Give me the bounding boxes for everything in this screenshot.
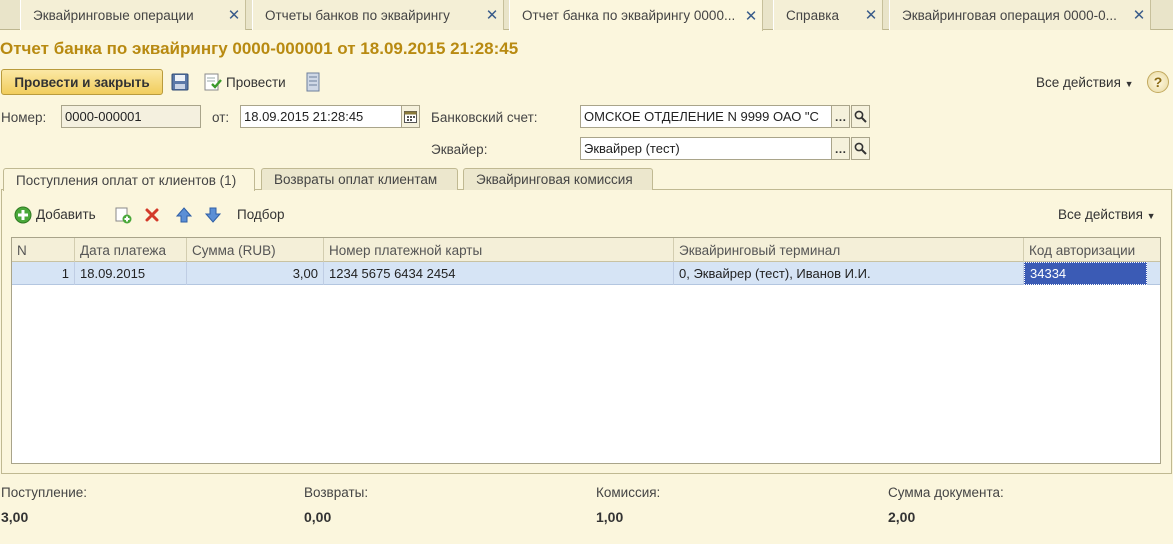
tab-label: Отчеты банков по эквайрингу (265, 7, 450, 23)
column-header[interactable]: N (12, 238, 75, 262)
chevron-down-icon: ▼ (1124, 79, 1134, 89)
number-field[interactable]: 0000-000001 (61, 105, 201, 128)
acquirer-label: Эквайер: (431, 142, 488, 157)
table-header: N Дата платежа Сумма (RUB) Номер платежн… (12, 238, 1160, 262)
column-header[interactable]: Эквайринговый терминал (674, 238, 1024, 262)
bank-account-field[interactable]: ОМСКОЕ ОТДЕЛЕНИЕ N 9999 ОАО "С (580, 105, 832, 128)
table-cell-selected[interactable]: 34334 (1024, 262, 1147, 285)
tab-acquiring-operation[interactable]: Эквайринговая операция 0000-0... ✕ (889, 0, 1151, 30)
move-down-icon[interactable] (203, 205, 223, 225)
document-sum-label: Сумма документа: (888, 485, 1004, 500)
number-label: Номер: (1, 110, 47, 125)
tab-label: Эквайринговые операции (33, 7, 194, 23)
document-sum-value: 2,00 (888, 509, 916, 525)
table-cell[interactable]: 18.09.2015 (75, 262, 187, 285)
grid-all-actions-menu[interactable]: Все действия ▼ (1058, 207, 1156, 222)
all-actions-label: Все действия (1058, 207, 1143, 222)
date-field[interactable]: 18.09.2015 21:28:45 (240, 105, 402, 128)
tab-acquiring-operations[interactable]: Эквайринговые операции ✕ (20, 0, 246, 30)
table-row[interactable]: 1 18.09.2015 3,00 1234 5675 6434 2454 0,… (12, 262, 1160, 285)
save-icon[interactable] (170, 72, 190, 92)
select-ellipsis-button[interactable]: … (831, 105, 850, 128)
tab-label: Справка (786, 7, 839, 23)
table-cell[interactable]: 3,00 (187, 262, 324, 285)
delete-icon[interactable] (142, 205, 162, 225)
tab-bank-reports[interactable]: Отчеты банков по эквайрингу ✕ (252, 0, 504, 30)
close-icon[interactable]: ✕ (1128, 6, 1150, 24)
close-icon[interactable]: ✕ (223, 6, 245, 24)
tab-client-returns[interactable]: Возвраты оплат клиентам (261, 168, 458, 190)
tab-acquiring-commission[interactable]: Эквайринговая комиссия (463, 168, 653, 190)
tab-bar: Эквайринговые операции ✕ Отчеты банков п… (0, 0, 1173, 31)
close-icon[interactable]: ✕ (740, 7, 762, 25)
tab-reference[interactable]: Справка ✕ (773, 0, 883, 30)
tab-label: Отчет банка по эквайрингу 0000... (522, 8, 736, 23)
income-label: Поступление: (1, 485, 87, 500)
tab-label: Эквайринговая операция 0000-0... (902, 7, 1117, 23)
commission-value: 1,00 (596, 509, 624, 525)
table-cell[interactable]: 1234 5675 6434 2454 (324, 262, 674, 285)
add-button[interactable]: Добавить (36, 207, 96, 222)
all-actions-menu[interactable]: Все действия ▼ (1036, 75, 1134, 90)
move-up-icon[interactable] (174, 205, 194, 225)
column-header[interactable]: Код авторизации (1024, 238, 1160, 262)
acquirer-field[interactable]: Эквайрер (тест) (580, 137, 832, 160)
chevron-down-icon: ▼ (1146, 211, 1156, 221)
copy-row-icon[interactable] (113, 205, 133, 225)
payments-table[interactable]: N Дата платежа Сумма (RUB) Номер платежн… (11, 237, 1161, 464)
help-icon[interactable]: ? (1147, 71, 1169, 93)
returns-label: Возвраты: (304, 485, 369, 500)
close-icon[interactable]: ✕ (481, 6, 503, 24)
post-button[interactable]: Провести (226, 75, 286, 90)
column-header[interactable]: Номер платежной карты (324, 238, 674, 262)
column-header[interactable]: Дата платежа (75, 238, 187, 262)
add-icon[interactable] (13, 205, 33, 225)
returns-value: 0,00 (304, 509, 332, 525)
register-icon[interactable] (305, 72, 321, 92)
date-label: от: (212, 110, 230, 125)
table-cell[interactable]: 1 (12, 262, 75, 285)
post-and-close-button[interactable]: Провести и закрыть (1, 69, 163, 95)
selection-button[interactable]: Подбор (237, 207, 285, 222)
table-cell[interactable]: 0, Эквайрер (тест), Иванов И.И. (674, 262, 1024, 285)
all-actions-label: Все действия (1036, 75, 1121, 90)
page-title: Отчет банка по эквайрингу 0000-000001 от… (0, 39, 519, 58)
tab-client-payments[interactable]: Поступления оплат от клиентов (1) (3, 168, 255, 191)
search-icon[interactable] (851, 137, 870, 160)
search-icon[interactable] (851, 105, 870, 128)
tab-bank-report-current[interactable]: Отчет банка по эквайрингу 0000... ✕ (509, 0, 763, 31)
post-document-icon[interactable] (203, 72, 223, 92)
column-header[interactable]: Сумма (RUB) (187, 238, 324, 262)
income-value: 3,00 (1, 509, 29, 525)
close-icon[interactable]: ✕ (860, 6, 882, 24)
calendar-icon[interactable] (401, 105, 420, 128)
bank-account-label: Банковский счет: (431, 110, 538, 125)
select-ellipsis-button[interactable]: … (831, 137, 850, 160)
commission-label: Комиссия: (596, 485, 661, 500)
